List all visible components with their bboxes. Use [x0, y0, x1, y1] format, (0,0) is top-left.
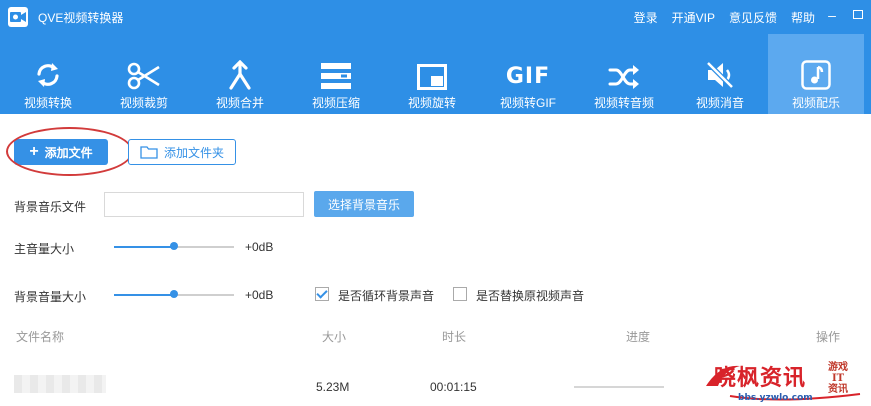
rotate-icon: [417, 50, 447, 90]
help-link[interactable]: 帮助: [791, 9, 815, 26]
tool-video-music[interactable]: 视频配乐: [768, 34, 864, 114]
header-filename: 文件名称: [16, 330, 65, 344]
loop-bg-checkbox[interactable]: [315, 287, 329, 301]
add-folder-button[interactable]: 添加文件夹: [128, 139, 236, 165]
app-title: QVE视频转换器: [38, 11, 124, 25]
tool-label: 视频转音频: [593, 96, 654, 110]
tool-video-rotate[interactable]: 视频旋转: [384, 34, 480, 114]
shuffle-icon: [608, 50, 640, 90]
tool-video-to-gif[interactable]: GIF 视频转GIF: [480, 34, 576, 114]
tool-video-convert[interactable]: 视频转换: [0, 34, 96, 114]
toolbar: 视频转换 视频裁剪 视频合并 视频压缩 视频旋转 GIF 视频转GIF 视频转音…: [0, 34, 871, 114]
progress-bar: [574, 386, 664, 388]
slider-fill: [114, 246, 174, 248]
login-link[interactable]: 登录: [634, 9, 658, 26]
replace-audio-label: 是否替换原视频声音: [476, 289, 585, 303]
tool-label: 视频旋转: [407, 96, 456, 110]
minimize-button[interactable]: –: [825, 8, 839, 22]
replace-audio-checkbox[interactable]: [453, 287, 467, 301]
tool-label: 视频配乐: [791, 96, 840, 110]
watermark-logo: 晓枫资讯 游戏 IT 资讯 bbs.yzwlo.com: [700, 356, 871, 406]
choose-bg-music-button[interactable]: 选择背景音乐: [314, 191, 414, 217]
music-icon: [801, 50, 831, 90]
bg-volume-slider[interactable]: [114, 289, 234, 301]
gif-icon: GIF: [505, 64, 551, 89]
tool-video-mute[interactable]: 视频消音: [672, 34, 768, 114]
watermark-side-text: 游戏 IT 资讯: [828, 362, 848, 395]
tool-label: 视频转换: [23, 96, 72, 110]
watermark-text: 晓枫资讯: [714, 366, 807, 391]
scissors-icon: [127, 50, 161, 90]
add-file-button[interactable]: + 添加文件: [14, 139, 108, 165]
bg-music-input[interactable]: [104, 192, 304, 217]
merge-icon: [226, 50, 254, 90]
vip-link[interactable]: 开通VIP: [672, 9, 715, 26]
file-duration: 00:01:15: [430, 380, 477, 394]
app-logo-icon: [8, 7, 28, 27]
add-file-label: 添加文件: [44, 145, 93, 160]
bg-volume-value: +0dB: [245, 288, 274, 302]
feedback-link[interactable]: 意见反馈: [729, 9, 777, 26]
main-volume-slider[interactable]: [114, 241, 234, 253]
bg-music-label: 背景音乐文件: [14, 200, 87, 214]
bg-volume-label: 背景音量大小: [14, 290, 87, 304]
tool-label: 视频裁剪: [119, 96, 168, 110]
header-size: 大小: [322, 330, 347, 344]
mute-icon: [705, 50, 735, 90]
watermark-url: bbs.yzwlo.com: [738, 393, 813, 403]
file-name-blurred: [14, 375, 106, 393]
plus-icon: +: [29, 143, 39, 160]
tool-video-crop[interactable]: 视频裁剪: [96, 34, 192, 114]
main-volume-value: +0dB: [245, 240, 274, 254]
slider-fill: [114, 294, 174, 296]
slider-thumb[interactable]: [170, 290, 178, 298]
header-duration: 时长: [442, 330, 467, 344]
tool-label: 视频压缩: [311, 96, 360, 110]
compress-icon: [321, 50, 351, 90]
loop-bg-label: 是否循环背景声音: [338, 289, 435, 303]
tool-video-compress[interactable]: 视频压缩: [288, 34, 384, 114]
tool-label: 视频转GIF: [500, 96, 556, 110]
folder-icon: [140, 146, 158, 159]
tool-label: 视频合并: [215, 96, 264, 110]
maximize-button[interactable]: [851, 8, 865, 22]
add-folder-label: 添加文件夹: [163, 145, 224, 160]
maximize-icon: [853, 10, 863, 19]
tool-video-to-audio[interactable]: 视频转音频: [576, 34, 672, 114]
title-links: 登录 开通VIP 意见反馈 帮助: [634, 9, 815, 26]
slider-thumb[interactable]: [170, 242, 178, 250]
header-progress: 进度: [626, 330, 651, 344]
main-volume-label: 主音量大小: [14, 242, 75, 256]
sync-icon: [33, 50, 63, 90]
tool-label: 视频消音: [695, 96, 744, 110]
title-bar: QVE视频转换器 登录 开通VIP 意见反馈 帮助 –: [0, 0, 871, 34]
header-actions: 操作: [816, 330, 841, 344]
tool-video-merge[interactable]: 视频合并: [192, 34, 288, 114]
file-size: 5.23M: [316, 380, 350, 394]
